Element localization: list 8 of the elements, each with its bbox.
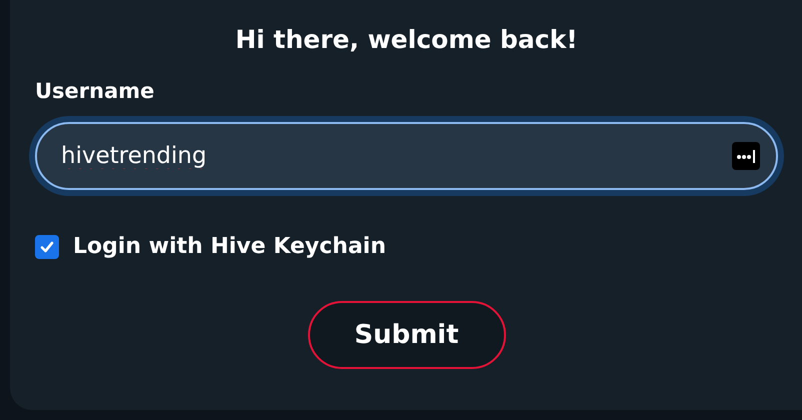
password-manager-icon[interactable] bbox=[732, 142, 760, 170]
keychain-label: Login with Hive Keychain bbox=[73, 234, 386, 259]
checkmark-icon bbox=[39, 238, 55, 254]
username-label: Username bbox=[35, 78, 156, 105]
username-field[interactable]: hivetrending bbox=[35, 122, 778, 190]
dialog-title: Hi there, welcome back! bbox=[234, 24, 579, 56]
submit-button[interactable]: Submit bbox=[308, 301, 506, 369]
keychain-checkbox[interactable] bbox=[35, 234, 59, 258]
